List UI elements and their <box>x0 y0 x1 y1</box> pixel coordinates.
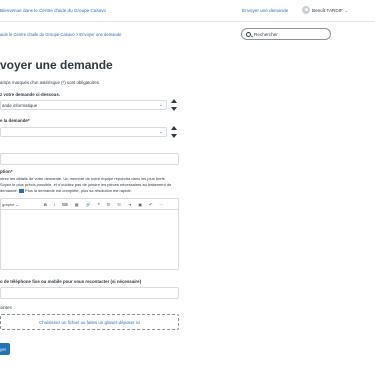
bold-icon[interactable]: B <box>44 202 47 207</box>
top-header: Bienvenue dans le Centre d'aide du Group… <box>0 0 375 22</box>
avatar-icon <box>302 6 310 14</box>
description-help-line: demande. Plus la demande est complète, p… <box>0 188 132 193</box>
paragraph-style-select[interactable]: graphe ⌄ <box>2 202 19 207</box>
phone-label: o de téléphone fixe ou mobile pour vous … <box>0 279 142 284</box>
chevron-down-icon: ⌄ <box>158 129 163 135</box>
request-type-value: ande informatique <box>2 102 38 108</box>
subject-input[interactable] <box>0 153 179 165</box>
editor-toolbar: graphe ⌄ B I ⌨ ▦ 🔗 ❝ ☰ ☷ ⇥ ▣ ↶ ⋯ <box>1 199 178 210</box>
chevron-down-icon: ⌄ <box>15 201 19 207</box>
attachments-label: ointes <box>0 305 12 310</box>
more-icon[interactable]: ⋯ <box>159 202 163 207</box>
request-type-label: z votre demande ci-dessous. <box>0 92 61 97</box>
description-label: ption* <box>0 169 13 174</box>
request-nature-select[interactable]: ⌄ <box>0 127 167 137</box>
breadcrumb[interactable]: aide le Centre d'aide du Groupe Casavo >… <box>0 32 122 37</box>
chevron-down-icon: ⌄ <box>158 102 163 108</box>
arrow-down-icon <box>171 107 177 111</box>
description-help: ntrez les détails de votre demande. Un m… <box>0 176 182 194</box>
search-icon <box>246 31 251 37</box>
italic-icon[interactable]: I <box>54 202 55 207</box>
phone-input[interactable] <box>0 287 179 299</box>
info-icon <box>18 188 24 193</box>
table-icon[interactable]: ▦ <box>75 202 79 207</box>
required-note: amps marqués d'un astérisque (*) sont ob… <box>0 80 101 85</box>
file-dropzone[interactable]: Choisissez un fichier ou faites un gliss… <box>0 314 179 330</box>
dropzone-text: Choisissez un fichier ou faites un gliss… <box>39 319 140 325</box>
code-icon[interactable]: ⌨ <box>62 202 68 207</box>
user-menu[interactable]: Benoît TARDIF ⌄ <box>302 6 348 14</box>
quote-icon[interactable]: ❝ <box>98 202 100 207</box>
submit-button[interactable]: yer <box>0 343 10 355</box>
welcome-link[interactable]: Bienvenue dans le Centre d'aide du Group… <box>0 8 106 13</box>
description-editor[interactable]: graphe ⌄ B I ⌨ ▦ 🔗 ❝ ☰ ☷ ⇥ ▣ ↶ ⋯ <box>0 198 179 270</box>
page-title: voyer une demande <box>0 58 113 72</box>
request-nature-resize-handle[interactable] <box>171 125 178 139</box>
search-field[interactable]: Rechercher <box>241 28 331 40</box>
image-icon[interactable]: ▣ <box>138 202 142 207</box>
undo-icon[interactable]: ↶ <box>149 202 152 207</box>
bullet-list-icon[interactable]: ☰ <box>107 202 111 207</box>
request-nature-label: e la demande* <box>0 118 30 123</box>
chevron-down-icon: ⌄ <box>344 7 349 13</box>
arrow-up-icon <box>171 99 177 103</box>
search-placeholder[interactable]: Rechercher <box>254 32 278 37</box>
arrow-up-icon <box>171 126 177 130</box>
submit-request-link[interactable]: Envoyer une demande <box>242 8 288 13</box>
request-type-resize-handle[interactable] <box>171 98 178 112</box>
user-name: Benoît TARDIF <box>312 7 343 13</box>
arrow-down-icon <box>171 134 177 138</box>
indent-icon[interactable]: ⇥ <box>128 202 131 207</box>
numbered-list-icon[interactable]: ☷ <box>117 202 121 207</box>
link-icon[interactable]: 🔗 <box>86 202 91 207</box>
request-type-select[interactable]: ande informatique ⌄ <box>0 100 167 110</box>
